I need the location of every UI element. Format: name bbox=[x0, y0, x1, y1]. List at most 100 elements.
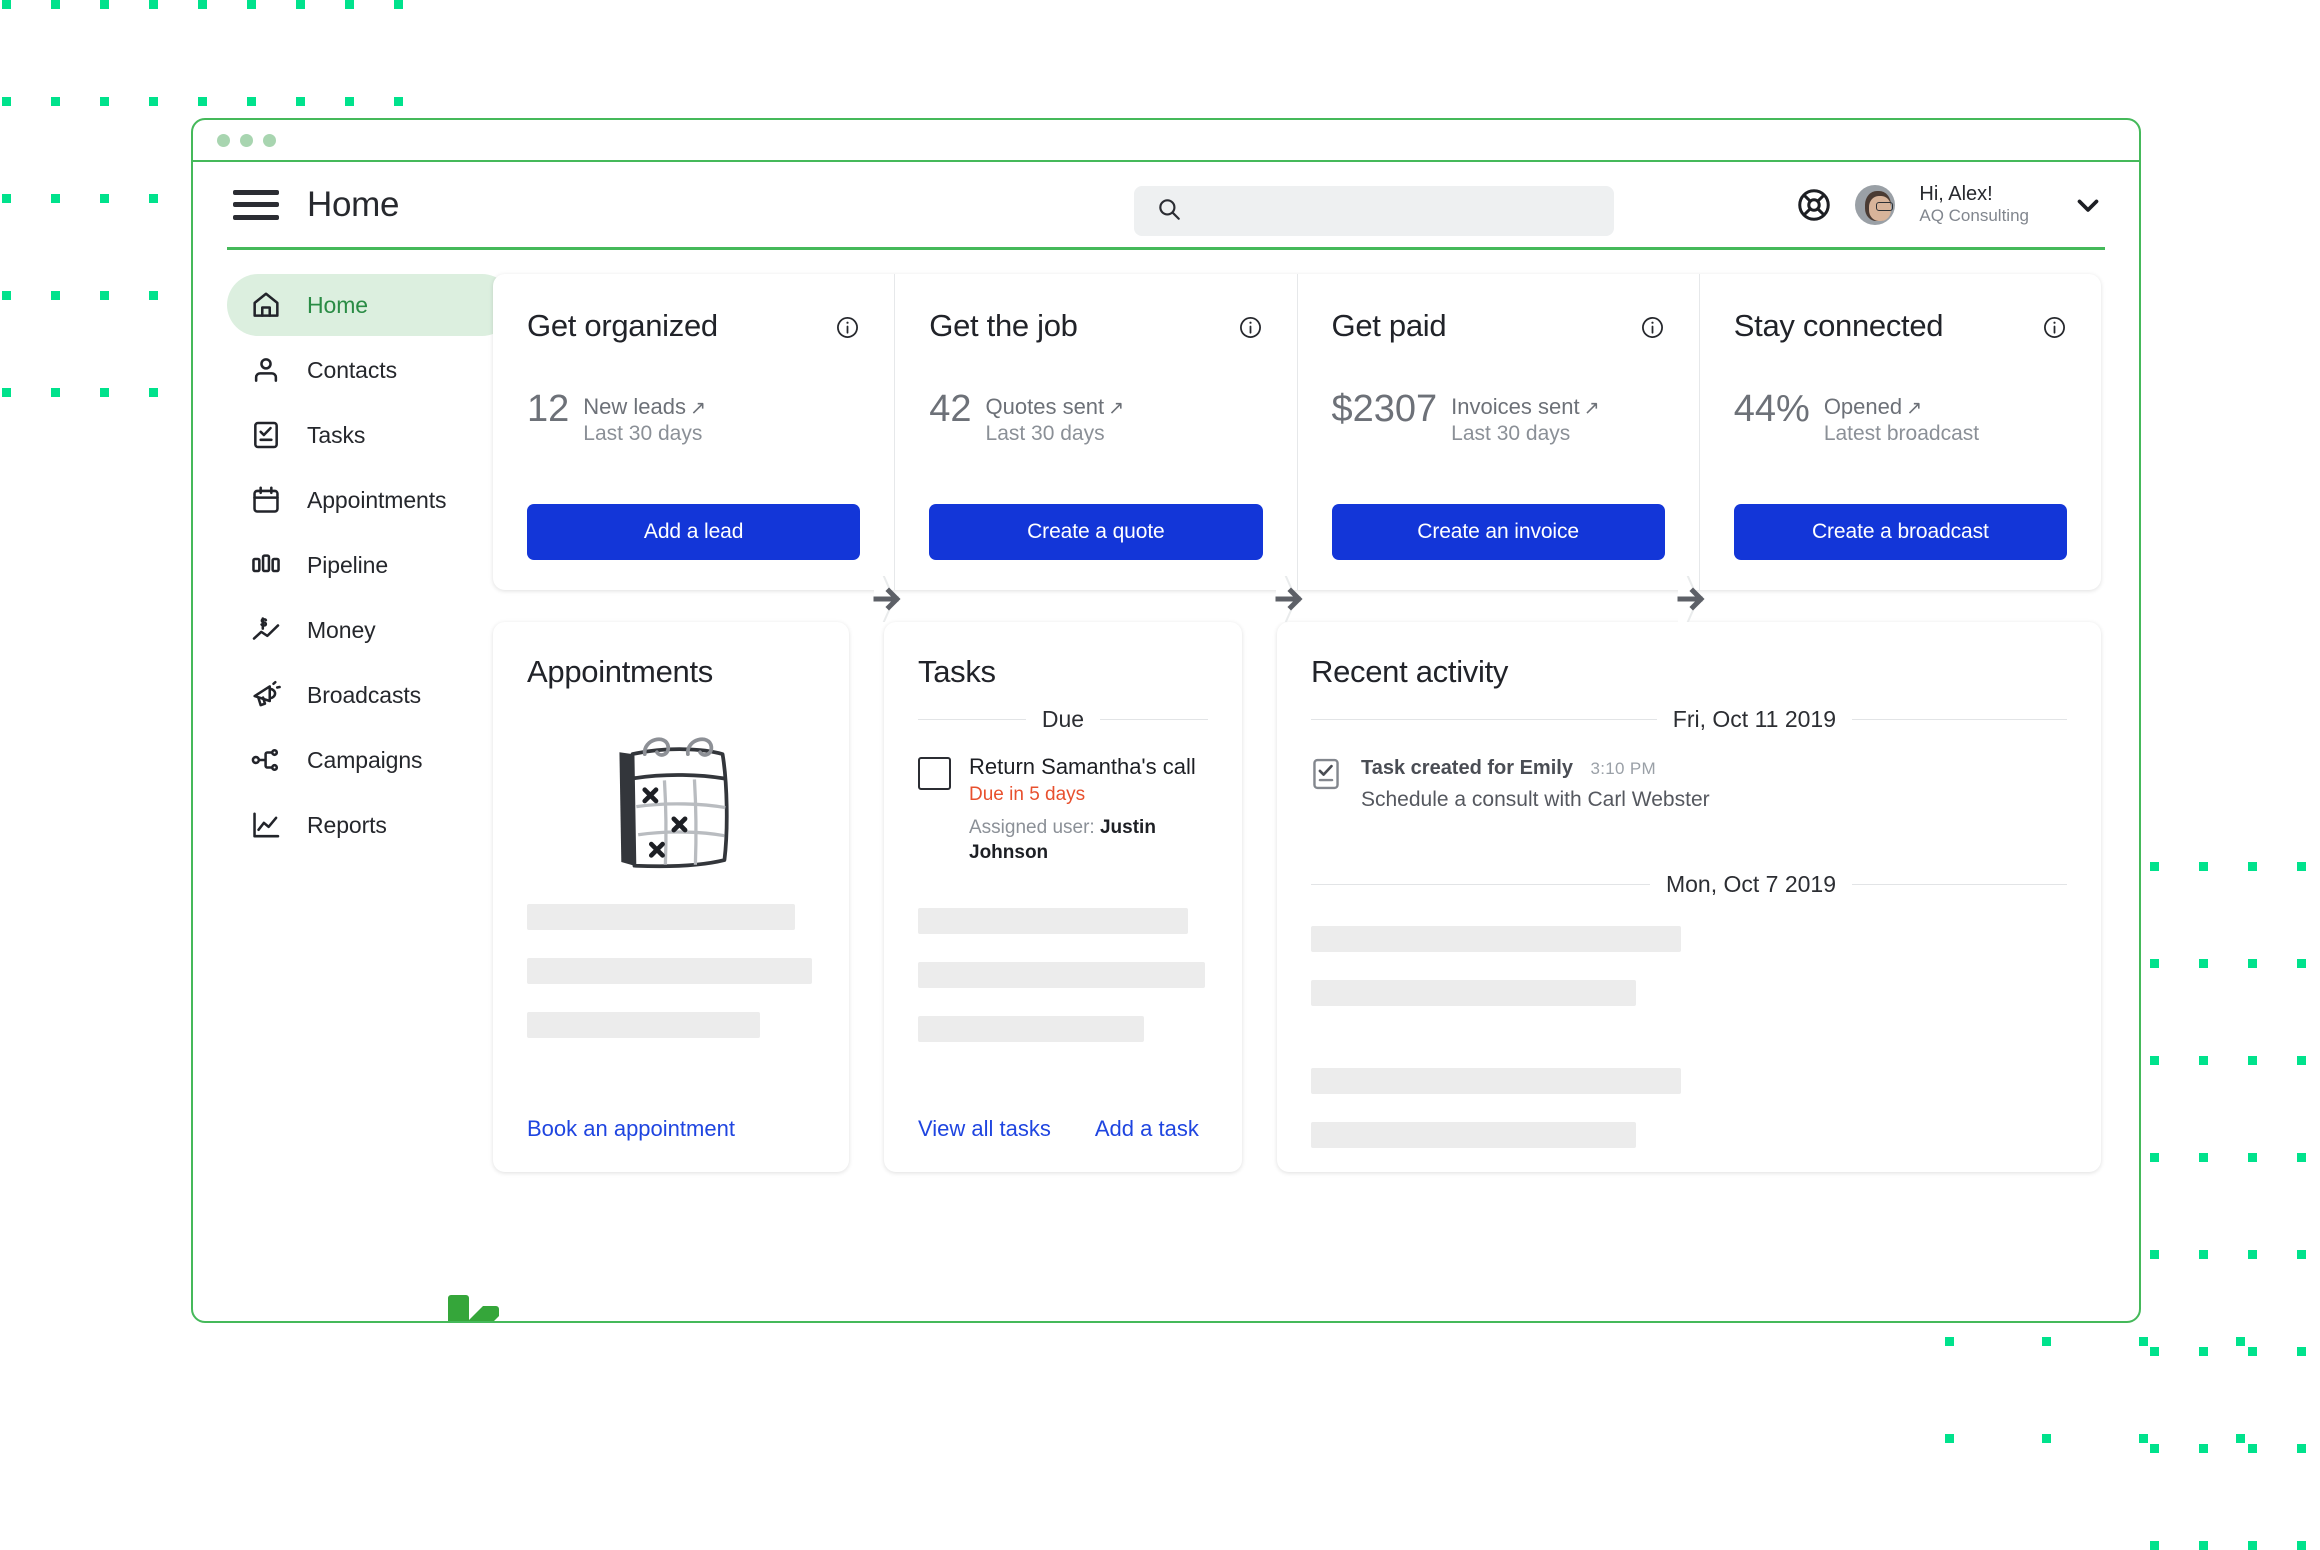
kpi-card-get-organized: Get organized 12 New leads ↗ Last 30 days Add… bbox=[493, 274, 894, 590]
appointments-card: Appointments Book an appointment bbox=[493, 622, 849, 1172]
tasks-card-title: Tasks bbox=[918, 654, 996, 690]
sidebar-item-home[interactable]: Home bbox=[227, 274, 513, 336]
dashboard-cards-row: Appointments Book an appointment Tasks D… bbox=[493, 622, 2101, 1172]
kpi-card-title: Get the job bbox=[929, 308, 1078, 343]
sidebar-item-label: Campaigns bbox=[307, 746, 423, 773]
sidebar-item-broadcasts[interactable]: Broadcasts bbox=[227, 664, 513, 726]
info-icon[interactable] bbox=[2042, 315, 2067, 340]
tasks-skeletons bbox=[884, 880, 1242, 1042]
window-dot-maximize[interactable] bbox=[263, 133, 276, 147]
task-name: Return Samantha's call bbox=[969, 754, 1196, 780]
help-icon[interactable] bbox=[1795, 186, 1833, 224]
skeleton-bar bbox=[1311, 1067, 1682, 1094]
sidebar-item-label: Appointments bbox=[307, 486, 447, 513]
kpi-period: Last 30 days bbox=[1451, 422, 1571, 446]
kpi-metric-label: Opened bbox=[1823, 394, 1903, 419]
sidebar-item-label: Home bbox=[307, 291, 368, 318]
trend-up-icon: ↗ bbox=[1108, 398, 1125, 419]
task-row[interactable]: Return Samantha's call Due in 5 days Ass… bbox=[884, 733, 1242, 866]
recent-activity-card-title: Recent activity bbox=[1311, 654, 1509, 690]
activity-skeletons bbox=[1277, 898, 2101, 1148]
kpi-card-title: Get paid bbox=[1331, 308, 1447, 343]
kpi-period: Latest broadcast bbox=[1823, 422, 1980, 446]
sidebar-item-label: Tasks bbox=[307, 421, 366, 448]
info-icon[interactable] bbox=[835, 315, 860, 340]
info-icon[interactable] bbox=[1238, 315, 1263, 340]
sidebar-item-money[interactable]: Money bbox=[227, 599, 513, 661]
task-assignee: Assigned user: Justin Johnson bbox=[969, 816, 1208, 865]
skeleton-bar bbox=[1311, 979, 1637, 1006]
kpi-metric-label: New leads bbox=[583, 394, 686, 419]
chevron-down-icon[interactable] bbox=[2071, 188, 2105, 222]
skeleton-bar bbox=[1311, 1121, 1637, 1148]
kpi-value: $2307 bbox=[1331, 388, 1438, 430]
sidebar-item-label: Broadcasts bbox=[307, 681, 422, 708]
tasks-group-divider: Due bbox=[884, 690, 1242, 733]
search-box[interactable] bbox=[1134, 186, 1614, 236]
activity-detail: Schedule a consult with Carl Webster bbox=[1361, 788, 1710, 812]
assigned-label: Assigned user: bbox=[969, 817, 1095, 839]
browser-window: Home Hi, Alex! AQ Consulting Home Contac… bbox=[191, 118, 2141, 1323]
sidebar: Home Contacts Tasks Appointments Pipeline Mon… bbox=[193, 274, 513, 1321]
skeleton-bar bbox=[527, 1012, 761, 1039]
task-checkbox[interactable] bbox=[918, 757, 951, 791]
sidebar-item-label: Money bbox=[307, 616, 376, 643]
sidebar-item-tasks[interactable]: Tasks bbox=[227, 404, 513, 466]
kpi-card-stay-connected: Stay connected 44% Opened ↗ Latest broadcast… bbox=[1698, 274, 2101, 591]
kpi-action-button[interactable]: Create an invoice bbox=[1331, 504, 1665, 561]
pipeline-icon bbox=[249, 548, 283, 582]
appointments-card-footer: Book an appointment bbox=[493, 1116, 849, 1172]
window-dot-minimize[interactable] bbox=[240, 133, 253, 147]
search-input[interactable] bbox=[1196, 199, 1592, 223]
kpi-value: 44% bbox=[1733, 388, 1810, 430]
page-title: Home bbox=[307, 184, 400, 224]
trend-up-icon: ↗ bbox=[1906, 398, 1923, 419]
window-titlebar bbox=[193, 120, 2139, 162]
kpi-strip: Get organized 12 New leads ↗ Last 30 days Add… bbox=[493, 274, 2101, 645]
activity-date-divider: Mon, Oct 7 2019 bbox=[1277, 815, 2101, 898]
activity-headline: Task created for Emily bbox=[1361, 757, 1573, 780]
greeting-text: Hi, Alex! bbox=[1919, 182, 1993, 205]
activity-date-divider: Fri, Oct 11 2019 bbox=[1277, 690, 2101, 733]
keap-logo bbox=[443, 1289, 519, 1321]
add-a-task-link[interactable]: Add a task bbox=[1095, 1116, 1199, 1142]
reports-icon bbox=[249, 808, 283, 842]
kpi-card-get-the-job: Get the job 42 Quotes sent ↗ Last 30 days Cre… bbox=[894, 274, 1296, 591]
skeleton-bar bbox=[1311, 925, 1682, 952]
skeleton-bar bbox=[527, 904, 795, 931]
menu-icon[interactable] bbox=[233, 189, 279, 220]
window-dot-close[interactable] bbox=[217, 133, 230, 147]
main-content: Get organized 12 New leads ↗ Last 30 days Add… bbox=[483, 274, 2139, 1172]
sidebar-item-contacts[interactable]: Contacts bbox=[227, 339, 513, 401]
kpi-action-button[interactable]: Create a quote bbox=[929, 504, 1263, 561]
skeleton-bar bbox=[918, 961, 1206, 988]
calendar-illustration bbox=[619, 737, 729, 869]
sidebar-item-appointments[interactable]: Appointments bbox=[227, 469, 513, 531]
kpi-period: Last 30 days bbox=[985, 422, 1105, 446]
skeleton-bar bbox=[918, 907, 1188, 934]
sidebar-item-label: Pipeline bbox=[307, 551, 389, 578]
tasks-card-footer: View all tasks Add a task bbox=[884, 1116, 1242, 1172]
header-actions: Hi, Alex! AQ Consulting bbox=[1795, 162, 2105, 247]
sidebar-item-reports[interactable]: Reports bbox=[227, 794, 513, 856]
calendar-icon bbox=[249, 483, 283, 517]
avatar[interactable] bbox=[1855, 184, 1896, 225]
tasks-card: Tasks Due Return Samantha's call Due in … bbox=[884, 622, 1242, 1172]
kpi-metric-label: Invoices sent bbox=[1451, 394, 1580, 419]
sidebar-item-label: Reports bbox=[307, 811, 387, 838]
info-icon[interactable] bbox=[1640, 315, 1665, 340]
kpi-metric-label: Quotes sent bbox=[985, 394, 1105, 419]
sidebar-item-pipeline[interactable]: Pipeline bbox=[227, 534, 513, 596]
app-body: Home Contacts Tasks Appointments Pipeline Mon… bbox=[193, 250, 2139, 1321]
kpi-action-button[interactable]: Create a broadcast bbox=[1733, 504, 2067, 561]
kpi-action-button[interactable]: Add a lead bbox=[527, 504, 861, 561]
appointments-card-title: Appointments bbox=[527, 654, 713, 690]
book-an-appointment-link[interactable]: Book an appointment bbox=[527, 1116, 735, 1142]
activity-entry: Task created for Emily 3:10 PM Schedule … bbox=[1277, 733, 2101, 814]
sidebar-item-campaigns[interactable]: Campaigns bbox=[227, 729, 513, 791]
campaigns-icon bbox=[249, 743, 283, 777]
app-header: Home Hi, Alex! AQ Consulting bbox=[193, 162, 2139, 247]
skeleton-bar bbox=[918, 1015, 1145, 1042]
view-all-tasks-link[interactable]: View all tasks bbox=[918, 1116, 1051, 1142]
activity-date-label: Mon, Oct 7 2019 bbox=[1665, 870, 1836, 897]
